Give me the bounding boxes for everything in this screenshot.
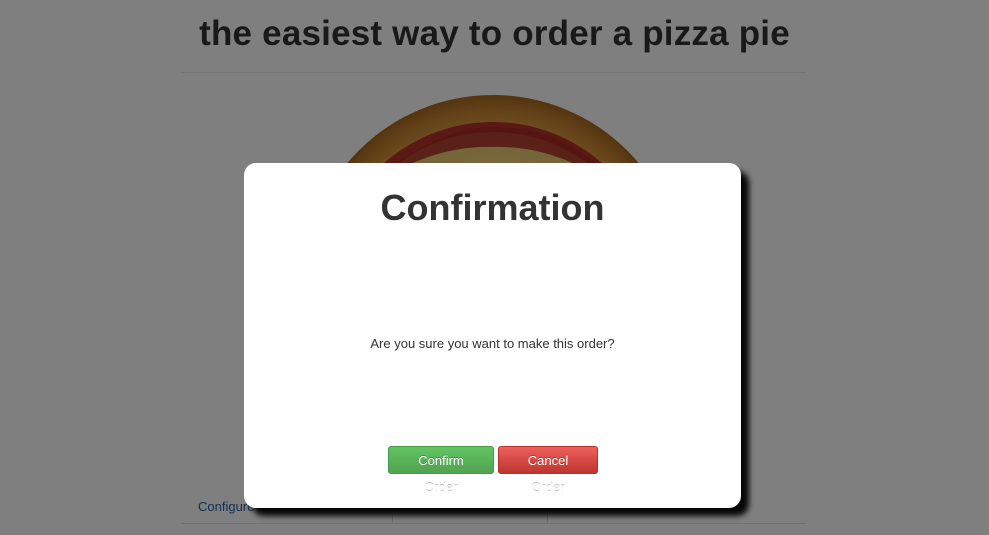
confirm-order-button[interactable]: Confirm Order bbox=[388, 446, 494, 495]
dialog-title: Confirmation bbox=[380, 187, 605, 228]
cancel-order-button[interactable]: Cancel Order bbox=[498, 446, 598, 495]
dialog-message: Are you sure you want to make this order… bbox=[370, 336, 615, 351]
confirmation-dialog: Confirmation Are you sure you want to ma… bbox=[244, 163, 741, 508]
page: the easiest way to order a pizza pie Con… bbox=[0, 0, 989, 535]
